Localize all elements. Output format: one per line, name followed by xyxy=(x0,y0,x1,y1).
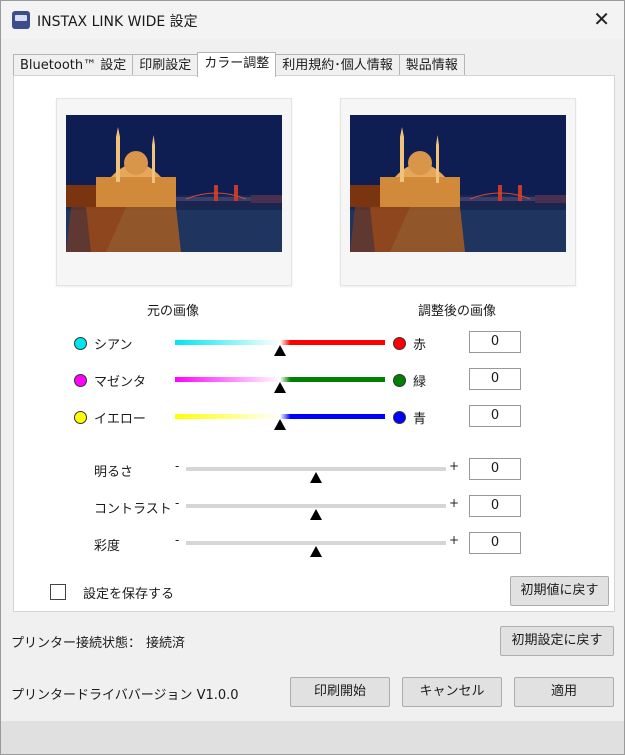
tab-bluetooth[interactable]: Bluetooth™ 設定 xyxy=(13,54,134,77)
right-color-label: 赤 xyxy=(413,338,427,353)
brightness-slider-track[interactable] xyxy=(186,467,446,471)
saturation-slider-track[interactable] xyxy=(186,541,446,545)
print-start-button[interactable]: 印刷開始 xyxy=(290,677,390,707)
color-slider-thumb[interactable] xyxy=(274,382,286,393)
adjusted-image-caption: 調整後の画像 xyxy=(417,304,496,319)
status-strip xyxy=(1,721,624,754)
connection-status-label: プリンター接続状態： xyxy=(11,636,142,651)
reset-defaults-button[interactable]: 初期値に戻す xyxy=(510,576,609,606)
original-image-caption: 元の画像 xyxy=(146,304,199,319)
brightness-label: 明るさ xyxy=(94,465,134,480)
adjusted-image xyxy=(350,115,566,252)
right-color-dot xyxy=(393,337,406,350)
color-value-input[interactable]: 0 xyxy=(469,405,521,427)
adjusted-image-frame xyxy=(340,98,576,286)
original-image-frame xyxy=(56,98,292,286)
saturation-plus: + xyxy=(449,533,460,547)
left-color-label: シアン xyxy=(94,338,133,353)
tab-bar: Bluetooth™ 設定 印刷設定 カラー調整 利用規約･個人情報 製品情報 xyxy=(13,52,465,77)
left-color-dot xyxy=(74,374,87,387)
tab-product-info[interactable]: 製品情報 xyxy=(398,54,465,77)
contrast-value-input[interactable]: 0 xyxy=(469,495,521,517)
right-color-label: 緑 xyxy=(413,375,427,390)
saturation-minus: - xyxy=(175,533,180,547)
tab-print-settings[interactable]: 印刷設定 xyxy=(132,54,199,77)
window-title: INSTAX LINK WIDE 設定 xyxy=(37,14,198,30)
save-settings-checkbox[interactable] xyxy=(50,584,66,600)
title-bar: INSTAX LINK WIDE 設定 ✕ xyxy=(1,1,624,39)
apply-button[interactable]: 適用 xyxy=(514,677,614,707)
contrast-plus: + xyxy=(449,496,460,510)
save-settings-label: 設定を保存する xyxy=(83,587,175,602)
driver-version: プリンタードライババージョン V1.0.0 xyxy=(11,688,239,703)
contrast-slider-thumb[interactable] xyxy=(310,509,322,520)
contrast-label: コントラスト xyxy=(94,502,172,517)
color-adjust-panel: 元の画像 調整後の画像 シアン 赤 0 マゼンタ 緑 0 イエロー 青 0 明る… xyxy=(13,75,615,612)
color-slider-thumb[interactable] xyxy=(274,345,286,356)
factory-reset-button[interactable]: 初期設定に戻す xyxy=(500,626,614,656)
close-icon[interactable]: ✕ xyxy=(593,7,610,31)
app-printer-icon xyxy=(12,11,30,29)
saturation-label: 彩度 xyxy=(94,539,121,554)
right-color-label: 青 xyxy=(413,412,427,427)
color-value-input[interactable]: 0 xyxy=(469,368,521,390)
original-image xyxy=(66,115,282,252)
tab-terms-privacy[interactable]: 利用規約･個人情報 xyxy=(275,54,400,77)
brightness-slider-thumb[interactable] xyxy=(310,472,322,483)
contrast-minus: - xyxy=(175,496,180,510)
tab-color-adjust[interactable]: カラー調整 xyxy=(197,52,277,77)
left-color-dot xyxy=(74,337,87,350)
color-value-input[interactable]: 0 xyxy=(469,331,521,353)
contrast-slider-track[interactable] xyxy=(186,504,446,508)
connection-status-value: 接続済 xyxy=(146,636,186,651)
settings-window: INSTAX LINK WIDE 設定 ✕ Bluetooth™ 設定 印刷設定… xyxy=(0,0,625,755)
left-color-label: イエロー xyxy=(94,412,146,427)
brightness-value-input[interactable]: 0 xyxy=(469,458,521,480)
saturation-slider-thumb[interactable] xyxy=(310,546,322,557)
left-color-dot xyxy=(74,411,87,424)
left-color-label: マゼンタ xyxy=(94,375,147,390)
brightness-plus: + xyxy=(449,459,460,473)
saturation-value-input[interactable]: 0 xyxy=(469,532,521,554)
right-color-dot xyxy=(393,374,406,387)
brightness-minus: - xyxy=(175,459,180,473)
right-color-dot xyxy=(393,411,406,424)
cancel-button[interactable]: キャンセル xyxy=(402,677,502,707)
color-slider-thumb[interactable] xyxy=(274,419,286,430)
